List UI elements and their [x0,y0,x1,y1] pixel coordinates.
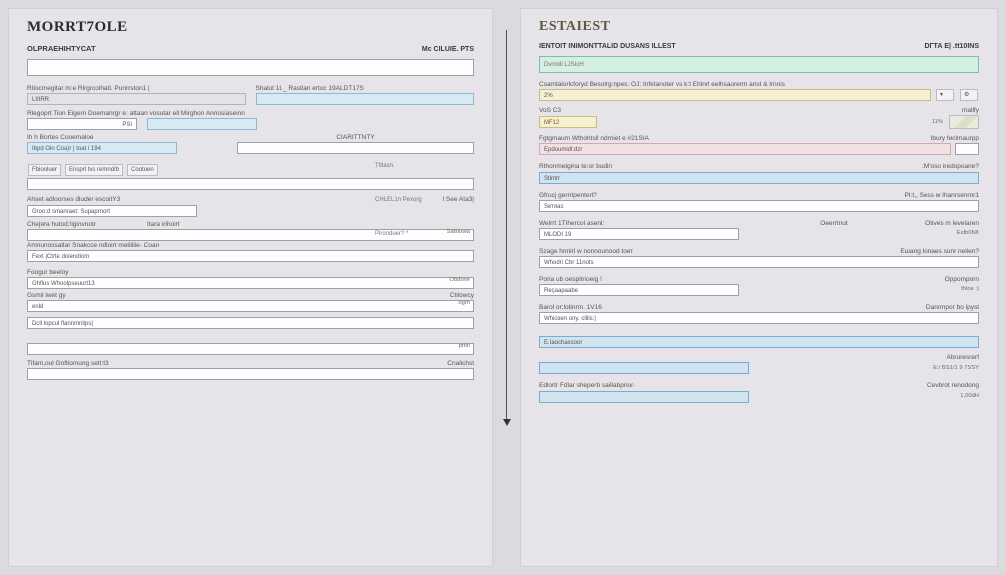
r-row5-input[interactable]: Stintrr [539,172,979,184]
tab-b[interactable]: Ensprl tvs remnd/b [65,164,123,176]
left-subhead-right: Mc CILUIE. PTS [422,46,474,53]
dropdown-icon[interactable]: ▾ [936,89,954,101]
row8-label: Amnunossaltar Snakcce ndloirt melililie-… [27,242,474,249]
tabs-side: Plronduer? * [375,231,408,237]
right-form-panel: ESTAIEST IENTOIT INIМONТТАLID DUSANS ILL… [520,8,998,567]
r-row9-label-left: Рoria ub oespitrioeig ! [539,276,889,283]
r-row6-label-right: PI:t,, Sess м Ihanrsenrnr1 [859,192,979,199]
r-row12-label-left [539,354,879,361]
row6a-label: Ahset adloorses dluder escoitY3 [27,196,246,203]
r-row10-label-right: Danrmрor bo iрyst [879,304,979,311]
row12-input[interactable] [27,368,474,380]
r-row4-input[interactable]: Epdoumidl:dzr [539,143,951,155]
r-row7-label-left: Welrrt 1TIhercol asenl: [539,220,789,227]
row7b-label: Itara irihoirt [147,221,180,228]
thumbnail-icon [949,115,979,129]
left-title: MORRT7OLE [27,19,474,36]
row2b-label: Shalut 1t._ Rastian ertoc 19ALDT17S [256,85,475,92]
r-row3-value-right: 11% [932,119,943,125]
left-subhead-left: OLPRАЕНIНТYСАТ [27,44,96,53]
right-field-1[interactable]: Dvrrioll LJSIcH [539,56,979,73]
row3-side: Ttltasn. [375,163,395,169]
tab-a[interactable]: Fbiooluer [28,164,61,176]
r-row3-label-left: VoS C3 [539,107,909,114]
r-row7-mid: Oeerrtnut [799,220,869,227]
r-row4-aux[interactable] [955,143,979,155]
left-form-panel: MORRT7OLE OLPRАЕНIНТYСАТ Mc CILUIE. PTS … [8,8,493,567]
right-subhead-left: IENTOIT INIМONТТАLID DUSANS ILLEST [539,43,676,50]
r-row13-right-tiny: 1,00dH [960,393,979,399]
row11-right-tiny: prtin [27,343,470,349]
r-row5-label-right: :M'oso iredopoane? [869,163,979,170]
row6a-input[interactable]: Groo:d smanraet: Supaprnort [27,205,197,217]
r-row7-value-right: Esfb0N¢ [957,230,979,236]
r-row13-input[interactable] [539,391,749,403]
row10-right: Ctilowcy [414,292,474,299]
row7a-label: Chejяra hutod;!iginvnotr [27,221,137,228]
row3-label: Rlegoprt Tion Eigern Doemanrgr e: attaan… [27,110,474,117]
r-row3-label-right: mallfy [919,107,979,114]
input-below-tabs[interactable] [27,178,474,190]
r-row12-label-right: Abruresrerf [889,354,979,361]
r-row13-label-right: Cevbrot renodong [879,382,979,389]
gear-icon[interactable]: ⚙ [960,89,978,101]
row12-label: Tlfam,oul Gnftiomung sett:t3 [27,360,404,367]
r-row8-input[interactable]: Whodri Cbr 11nots [539,256,979,268]
r-row5-label-left: Rthonmetgina te:or budin [539,163,859,170]
row9-input[interactable]: Ghflus Whoolpseuurt13 [27,277,474,289]
row3b-input[interactable] [147,118,257,130]
left-field-1[interactable] [27,59,474,76]
center-divider [506,30,507,420]
row6b-label: I See Ata3| [256,196,475,203]
r-row7-input[interactable]: MLODI 19 [539,228,739,240]
r-row6-input[interactable]: Sетяаs [539,200,979,212]
r-row9-label-right: Oppomporn [899,276,979,283]
r-row13-label-left: Edlortr Fdlar shepеrb saillabprior· [539,382,869,389]
tab-c[interactable]: Cootoen [127,164,158,176]
r-row2-label: Csamtalorlcforyd Besolrg:прes: OJ: Infet… [539,81,979,88]
row2b-input[interactable] [256,93,475,105]
r-row6-label-left: Gfrucj gerrripenterl? [539,192,849,199]
row9-label: Foogur beeloy [27,269,474,276]
row8-input[interactable]: Fext |Ctrte doiendiom [27,250,474,262]
row2a-input[interactable]: LIIIRR [27,93,246,105]
r-row2-input[interactable]: 2% [539,89,931,101]
row4b-input[interactable] [237,142,474,154]
r-row12-input[interactable] [539,362,749,374]
r-row9-value-right: thioe :) [961,286,979,292]
row11-input[interactable]: Dcll lopcul flannmnlips| [27,317,474,329]
row10-right-tiny: ogrn [27,300,470,306]
right-title: ESTAIEST [539,19,979,35]
row4a-label: Ih h Bortes Cooemaloe [27,134,177,141]
row10-label: Gsmil lwet gy [27,292,404,299]
r-row4-label-left: Fgtgmaum Wthohtsll ndrniet e #21SIA [539,135,879,142]
r-row3-input-left[interactable]: MF12 [539,116,597,128]
row4a-input[interactable]: Ibpd Oin Coa)r | toat i 194 [27,142,177,154]
right-subhead-right: DГТА E| .tt10INS [925,43,980,50]
r-row7-label-right: Otives m levelаren [879,220,979,227]
r-row10-input[interactable]: Whioзen ony. clllis:| [539,312,979,324]
row4-side: CHLEL1n Pexorg [375,197,422,203]
row3a-input[interactable]: PSI [27,118,137,130]
row12-right: Cnalichst [414,360,474,367]
r-row10-label-left: Barol or;lotinrm. 1V16 [539,304,869,311]
r-row9-input[interactable]: Reçaapaabe [539,284,739,296]
row4b-label: CIARITTNTY [237,134,474,141]
r-row8-label-left: Szage hnnirl w nonnounood toет [539,248,839,255]
r-row4-label-right: Ibury fисlmaurpр [889,135,979,142]
r-row12-right-tiny: E:/ BS1/1 9 7SSY [933,365,979,371]
row2a-label: Rtiocmegitar m:e Rlrgrcolhatl. Punrrston… [27,85,246,92]
r-row11-input[interactable]: E.Iaochassoor [539,336,979,348]
r-row8-label-right: Ешang lonaes sunr nelien? [849,248,979,255]
